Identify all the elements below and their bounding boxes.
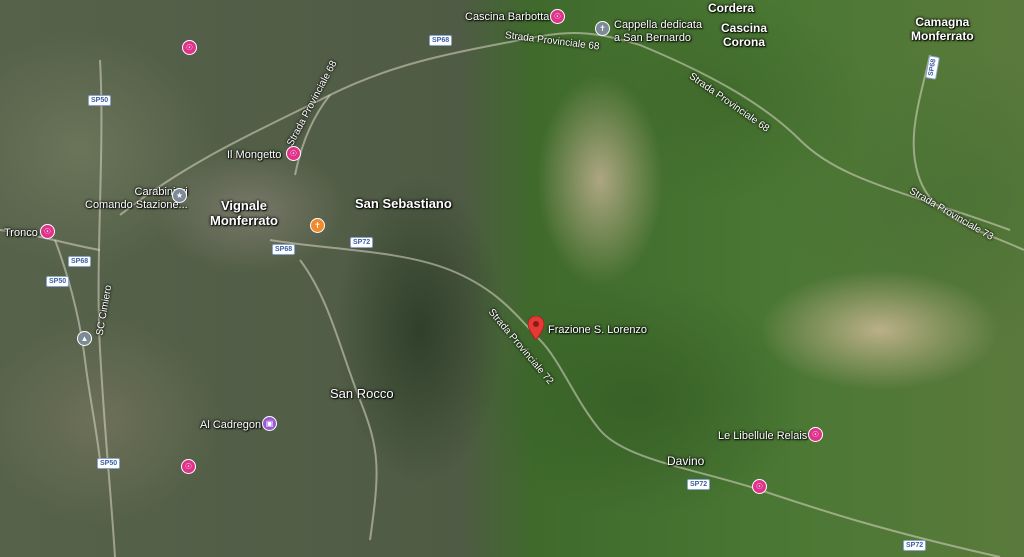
place-label-camagna[interactable]: Camagna Monferrato xyxy=(911,15,974,44)
hotel-icon[interactable]: ☉ xyxy=(550,9,565,24)
hotel-icon[interactable]: ☉ xyxy=(752,479,767,494)
place-label-cordera[interactable]: Cordera xyxy=(708,1,754,16)
road-sc-cimiero xyxy=(54,239,101,461)
shield-sp68: SP68 xyxy=(272,244,296,255)
place-label-cascina-barbotta[interactable]: Cascina Barbotta xyxy=(465,11,549,24)
cascina-corona-line1: Cascina xyxy=(721,21,768,35)
place-label-san-sebastiano[interactable]: San Sebastiano xyxy=(355,196,452,212)
place-label-al-cadregon[interactable]: Al Cadregon xyxy=(200,419,261,432)
shield-sp50: SP50 xyxy=(88,95,112,106)
hotel-icon[interactable]: ☉ xyxy=(182,40,197,55)
cascina-corona-line2: Corona xyxy=(723,34,766,49)
shield-sp72: SP72 xyxy=(903,540,927,551)
place-label-vignale[interactable]: Vignale Monferrato xyxy=(210,198,278,229)
shield-sp72: SP72 xyxy=(687,479,711,490)
landmark-icon[interactable]: ▲ xyxy=(77,331,92,346)
place-label-il-mongetto[interactable]: Il Mongetto xyxy=(227,149,281,162)
place-label-frazione[interactable]: Frazione S. Lorenzo xyxy=(548,324,647,337)
place-label-davino[interactable]: Davino xyxy=(667,454,704,469)
place-label-tronco[interactable]: Tronco xyxy=(4,227,38,240)
cappella-line2: a San Bernardo xyxy=(614,31,692,44)
restaurant-icon[interactable]: ✝ xyxy=(310,218,325,233)
shield-sp68: SP68 xyxy=(68,256,92,267)
hotel-icon[interactable]: ☉ xyxy=(40,224,55,239)
shield-sp72: SP72 xyxy=(350,237,374,248)
place-label-cappella[interactable]: Cappella dedicata a San Bernardo xyxy=(614,19,702,44)
satellite-map[interactable]: Strada Provinciale 68 Strada Provinciale… xyxy=(0,0,1024,557)
shield-sp68: SP68 xyxy=(429,35,453,46)
carabinieri-line2: Comando Stazione... xyxy=(85,198,188,211)
cappella-line1: Cappella dedicata xyxy=(614,19,703,31)
camagna-line2: Monferrato xyxy=(911,28,974,43)
vignale-line2: Monferrato xyxy=(210,212,278,228)
hotel-icon[interactable]: ☉ xyxy=(181,459,196,474)
police-icon[interactable]: ★ xyxy=(172,188,187,203)
road-network xyxy=(0,32,1024,557)
place-label-cascina-corona[interactable]: Cascina Corona xyxy=(721,21,768,50)
location-pin-icon[interactable] xyxy=(528,316,544,340)
hotel-icon[interactable]: ☉ xyxy=(808,427,823,442)
place-label-le-libellule[interactable]: Le Libellule Relais xyxy=(718,430,807,443)
camagna-line1: Camagna xyxy=(915,15,970,29)
shield-sp50: SP50 xyxy=(97,458,121,469)
church-icon[interactable]: ✝ xyxy=(595,21,610,36)
hotel-icon[interactable]: ☉ xyxy=(286,146,301,161)
place-label-san-rocco[interactable]: San Rocco xyxy=(330,386,394,402)
shield-sp50: SP50 xyxy=(46,276,70,287)
museum-icon[interactable]: ▣ xyxy=(262,416,277,431)
vignale-line1: Vignale xyxy=(220,198,267,213)
